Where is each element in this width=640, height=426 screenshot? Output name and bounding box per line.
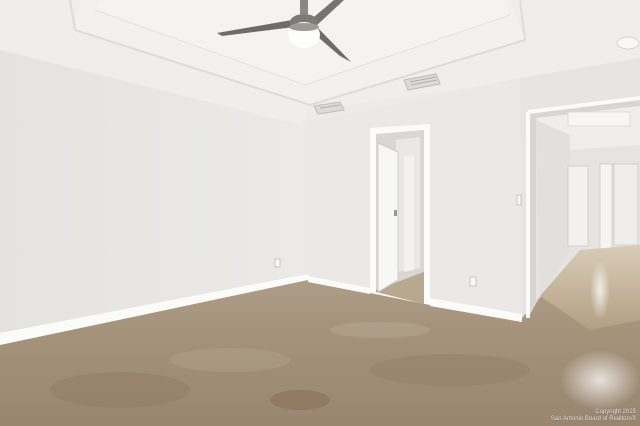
hallway [526, 96, 640, 330]
room-photo: Copyright 2025 San Antonio Board of Real… [0, 0, 640, 426]
watermark-line-1: Copyright 2025 [595, 409, 636, 415]
far-door-3 [613, 163, 639, 246]
far-door-2 [599, 163, 613, 261]
door-handle [394, 210, 397, 216]
far-door-1 [567, 165, 589, 247]
smoke-detector-icon [616, 36, 640, 50]
hall-ceiling-tray [567, 111, 631, 127]
open-door [377, 142, 399, 293]
wall-outlet-right [469, 276, 477, 287]
floor-reflection [560, 350, 640, 410]
wall-outlet-left [274, 258, 281, 268]
center-doorway [370, 124, 430, 305]
watermark-line-2: San Antonio Board of Realtors® [550, 416, 636, 422]
copyright-watermark: Copyright 2025 San Antonio Board of Real… [551, 409, 636, 423]
room-illustration [0, 0, 640, 426]
light-switch [516, 194, 522, 206]
